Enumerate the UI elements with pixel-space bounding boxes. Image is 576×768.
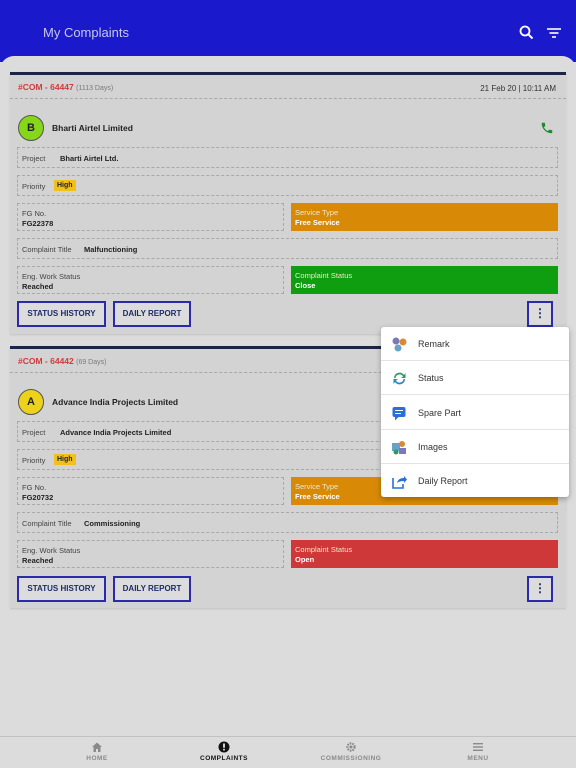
menu-icon	[473, 743, 483, 751]
complaint-title-value: Malfunctioning	[84, 245, 138, 254]
spare-part-icon	[391, 405, 408, 422]
service-type-value: Free Service	[295, 218, 340, 227]
complaint-title-field: Complaint Title Malfunctioning	[17, 238, 558, 259]
nav-complaints[interactable]: COMPLAINTS	[174, 741, 274, 762]
fg-number-value: FG20732	[22, 493, 54, 502]
eng-work-status-field: Eng. Work Status Reached	[17, 266, 284, 294]
complaint-title-value: Commissioning	[84, 519, 141, 528]
menu-item-remark[interactable]: Remark	[381, 327, 569, 361]
complaint-status-field: Complaint Status Close	[291, 266, 558, 294]
images-icon	[391, 439, 408, 456]
service-type-value: Free Service	[295, 492, 340, 501]
complaint-id: #COM - 64442 (69 Days)	[18, 356, 107, 366]
complaint-age: (69 Days)	[76, 359, 107, 366]
service-type-field: Service Type Free Service	[291, 203, 558, 231]
priority-badge: High	[54, 180, 76, 191]
priority-badge: High	[54, 454, 76, 465]
filter-icon[interactable]	[545, 24, 563, 42]
gear-icon	[346, 742, 356, 752]
menu-item-daily-report[interactable]: Daily Report	[381, 464, 569, 498]
more-options-button[interactable]: ⋮	[527, 576, 553, 602]
project-field: Project Bharti Airtel Ltd.	[17, 147, 558, 168]
fg-number-value: FG22378	[22, 219, 54, 228]
complaint-card: #COM - 64447 (1113 Days) 21 Feb 20 | 10:…	[10, 72, 566, 334]
bottom-navigation: HOME COMPLAINTS COMMISSIONING MENU	[0, 736, 576, 768]
card-header: #COM - 64447 (1113 Days) 21 Feb 20 | 10:…	[10, 75, 566, 99]
daily-report-icon	[391, 473, 408, 490]
page-title: My Complaints	[43, 25, 129, 40]
complaints-icon	[218, 741, 230, 753]
menu-item-images[interactable]: Images	[381, 430, 569, 464]
complaint-title-field: Complaint Title Commissioning	[17, 512, 558, 533]
complaint-status-value: Open	[295, 555, 315, 564]
eng-work-status-value: Reached	[22, 282, 54, 291]
complaint-status-field: Complaint Status Open	[291, 540, 558, 568]
nav-commissioning[interactable]: COMMISSIONING	[301, 741, 401, 762]
menu-item-status[interactable]: Status	[381, 361, 569, 395]
status-icon	[391, 370, 408, 387]
options-popup-menu: Remark Status Spare Part Images Daily Re…	[381, 327, 569, 497]
project-value: Advance India Projects Limited	[60, 428, 172, 437]
menu-item-spare-part[interactable]: Spare Part	[381, 396, 569, 430]
eng-work-status-value: Reached	[22, 556, 54, 565]
project-value: Bharti Airtel Ltd.	[60, 154, 119, 163]
complaint-datetime: 21 Feb 20 | 10:11 AM	[480, 84, 556, 93]
daily-report-button[interactable]: DAILY REPORT	[113, 576, 191, 602]
complaint-id: #COM - 64447 (1113 Days)	[18, 82, 114, 92]
more-options-button[interactable]: ⋮	[527, 301, 553, 327]
status-history-button[interactable]: STATUS HISTORY	[17, 576, 106, 602]
customer-name: Advance India Projects Limited	[52, 397, 179, 407]
eng-work-status-field: Eng. Work Status Reached	[17, 540, 284, 568]
remark-icon	[391, 336, 408, 353]
avatar: B	[18, 115, 44, 141]
search-icon[interactable]	[518, 24, 536, 42]
fg-number-field: FG No. FG22378	[17, 203, 284, 231]
daily-report-button[interactable]: DAILY REPORT	[113, 301, 191, 327]
app-bar: My Complaints	[0, 0, 576, 62]
avatar: A	[18, 389, 44, 415]
home-icon	[92, 742, 102, 752]
fg-number-field: FG No. FG20732	[17, 477, 284, 505]
complaint-status-value: Close	[295, 281, 316, 290]
complaint-age: (1113 Days)	[76, 85, 114, 92]
nav-home[interactable]: HOME	[47, 741, 147, 762]
nav-menu[interactable]: MENU	[428, 741, 528, 762]
customer-name: Bharti Airtel Limited	[52, 123, 133, 133]
phone-icon[interactable]	[540, 121, 554, 135]
priority-field: Priority High	[17, 175, 558, 196]
status-history-button[interactable]: STATUS HISTORY	[17, 301, 106, 327]
